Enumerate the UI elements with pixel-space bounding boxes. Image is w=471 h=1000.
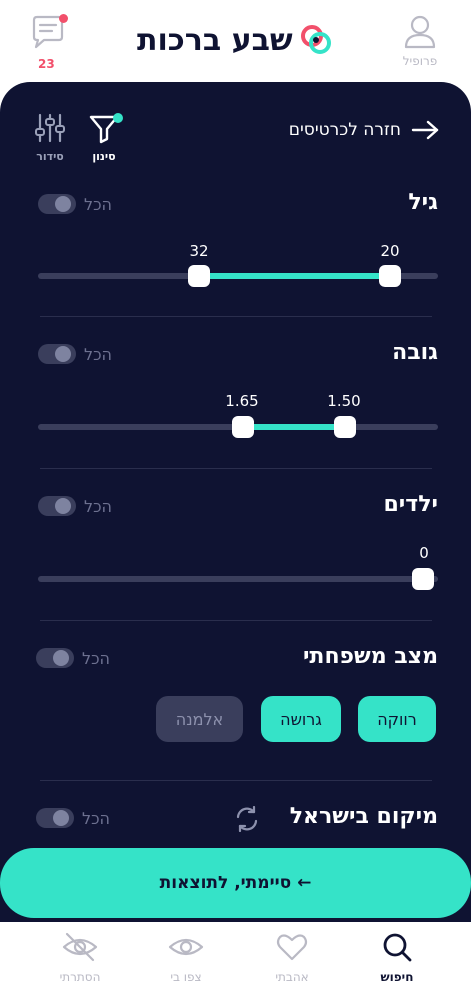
back-label: חזרה לכרטיסים bbox=[288, 120, 401, 140]
location-title: מיקום בישראל bbox=[289, 804, 438, 829]
children-title: ילדים bbox=[383, 492, 438, 517]
filter-tab[interactable]: סינון bbox=[84, 112, 124, 163]
divider bbox=[40, 468, 432, 469]
children-filter: ילדים הכל 0 bbox=[38, 492, 438, 592]
nav-label: הסתרתי bbox=[59, 970, 101, 984]
bottom-nav: חיפוש אהבתי צפו בי הסתרתי bbox=[0, 922, 471, 1000]
nav-label: חיפוש bbox=[380, 970, 414, 984]
children-value: 0 bbox=[419, 544, 429, 562]
toggle-switch[interactable] bbox=[36, 808, 74, 828]
filter-active-dot bbox=[113, 113, 123, 123]
back-to-cards-link[interactable]: חזרה לכרטיסים bbox=[289, 120, 439, 140]
divider bbox=[40, 316, 432, 317]
messages-count: 23 bbox=[38, 57, 55, 71]
sort-tab[interactable]: סידור bbox=[30, 112, 70, 163]
age-range-fill bbox=[200, 273, 390, 279]
notification-dot bbox=[59, 14, 68, 23]
chip-widowed[interactable]: אלמנה bbox=[156, 696, 243, 742]
profile-label: פרופיל bbox=[402, 54, 438, 68]
eye-icon bbox=[168, 938, 204, 956]
all-label: הכל bbox=[84, 496, 113, 516]
location-filter: מיקום בישראל הכל bbox=[36, 804, 438, 844]
sort-label: סידור bbox=[36, 150, 64, 163]
height-range-fill bbox=[243, 424, 345, 430]
height-min-handle[interactable] bbox=[334, 416, 356, 438]
age-max-value: 32 bbox=[189, 242, 209, 260]
height-min-value: 1.50 bbox=[327, 392, 361, 410]
toggle-switch[interactable] bbox=[38, 344, 76, 364]
all-label: הכל bbox=[82, 808, 111, 828]
nav-liked[interactable]: אהבתי bbox=[252, 930, 332, 984]
age-min-handle[interactable] bbox=[379, 265, 401, 287]
height-all-toggle[interactable]: הכל bbox=[38, 344, 112, 364]
divider bbox=[40, 620, 432, 621]
marital-title: מצב משפחתי bbox=[302, 644, 438, 669]
filter-toolbar: חזרה לכרטיסים סינון סידור bbox=[0, 112, 471, 172]
toggle-knob bbox=[55, 346, 71, 362]
chip-label: רווקה bbox=[377, 709, 417, 729]
filter-panel: חזרה לכרטיסים סינון סידור גיל הכל 32 20 … bbox=[0, 82, 471, 922]
toggle-switch[interactable] bbox=[36, 648, 74, 668]
toggle-knob bbox=[55, 196, 71, 212]
rings-logo-icon bbox=[300, 25, 331, 54]
app-header: 23 שבע ברכות פרופיל bbox=[0, 0, 471, 80]
age-filter: גיל הכל 32 20 bbox=[38, 190, 438, 290]
age-title: גיל bbox=[408, 190, 438, 215]
app-title: שבע ברכות bbox=[137, 22, 293, 58]
age-all-toggle[interactable]: הכל bbox=[38, 194, 112, 214]
toggle-knob bbox=[53, 650, 69, 666]
refresh-icon[interactable] bbox=[234, 806, 260, 832]
chip-divorced[interactable]: גרושה bbox=[261, 696, 341, 742]
nav-hidden[interactable]: הסתרתי bbox=[40, 930, 120, 984]
children-slider-track[interactable] bbox=[38, 576, 438, 582]
marital-status-filter: מצב משפחתי הכל רווקה גרושה אלמנה bbox=[36, 644, 438, 764]
toggle-switch[interactable] bbox=[38, 194, 76, 214]
cta-label: סיימתי, לתוצאות ← bbox=[159, 873, 312, 893]
chip-label: גרושה bbox=[280, 709, 322, 729]
marital-all-toggle[interactable]: הכל bbox=[36, 648, 110, 668]
profile-button[interactable]: פרופיל bbox=[390, 12, 450, 72]
divider bbox=[40, 780, 432, 781]
arrow-right-icon bbox=[411, 120, 439, 140]
messages-button[interactable]: 23 bbox=[30, 14, 70, 71]
all-label: הכל bbox=[82, 648, 111, 668]
filter-label: סינון bbox=[92, 150, 116, 163]
children-handle[interactable] bbox=[412, 568, 434, 590]
nav-viewed-me[interactable]: צפו בי bbox=[146, 930, 226, 984]
location-all-toggle[interactable]: הכל bbox=[36, 808, 110, 828]
toggle-knob bbox=[55, 498, 71, 514]
all-label: הכל bbox=[84, 344, 113, 364]
height-filter: גובה הכל 1.65 1.50 bbox=[38, 340, 438, 440]
chip-label: אלמנה bbox=[175, 709, 224, 729]
nav-label: אהבתי bbox=[275, 970, 309, 984]
height-max-value: 1.65 bbox=[225, 392, 259, 410]
heart-icon bbox=[276, 934, 308, 961]
age-max-handle[interactable] bbox=[188, 265, 210, 287]
height-max-handle[interactable] bbox=[232, 416, 254, 438]
toggle-knob bbox=[53, 810, 69, 826]
search-icon bbox=[383, 933, 412, 962]
nav-search[interactable]: חיפוש bbox=[357, 930, 437, 984]
age-slider-track[interactable] bbox=[38, 273, 438, 279]
toggle-switch[interactable] bbox=[38, 496, 76, 516]
show-results-button[interactable]: סיימתי, לתוצאות ← bbox=[0, 848, 471, 918]
chip-single[interactable]: רווקה bbox=[358, 696, 436, 742]
eye-off-icon bbox=[62, 932, 98, 962]
all-label: הכל bbox=[84, 194, 113, 214]
nav-label: צפו בי bbox=[170, 970, 202, 984]
age-min-value: 20 bbox=[380, 242, 400, 260]
children-all-toggle[interactable]: הכל bbox=[38, 496, 112, 516]
app-logo: שבע ברכות bbox=[137, 20, 333, 60]
user-icon bbox=[404, 15, 436, 49]
height-title: גובה bbox=[392, 340, 438, 365]
sliders-icon bbox=[35, 113, 65, 143]
